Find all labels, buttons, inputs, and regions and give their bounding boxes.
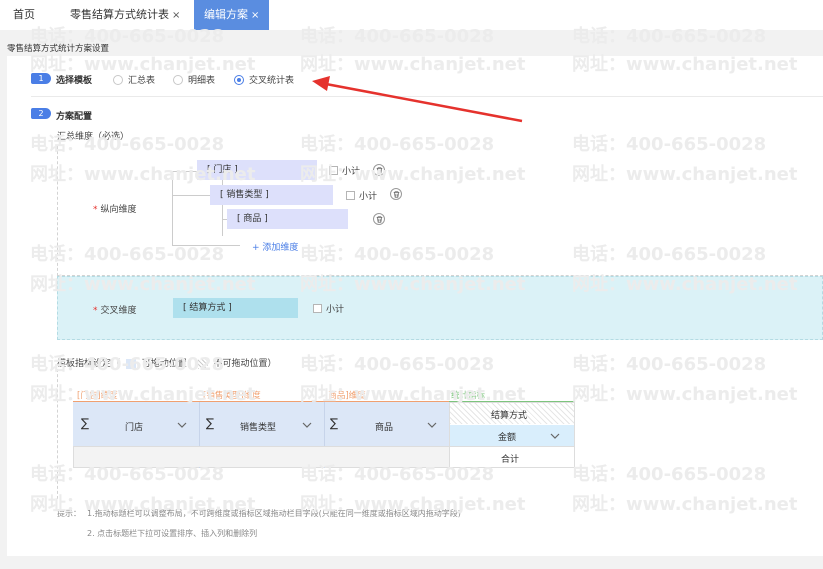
annotation-arrow-icon [312,76,523,123]
